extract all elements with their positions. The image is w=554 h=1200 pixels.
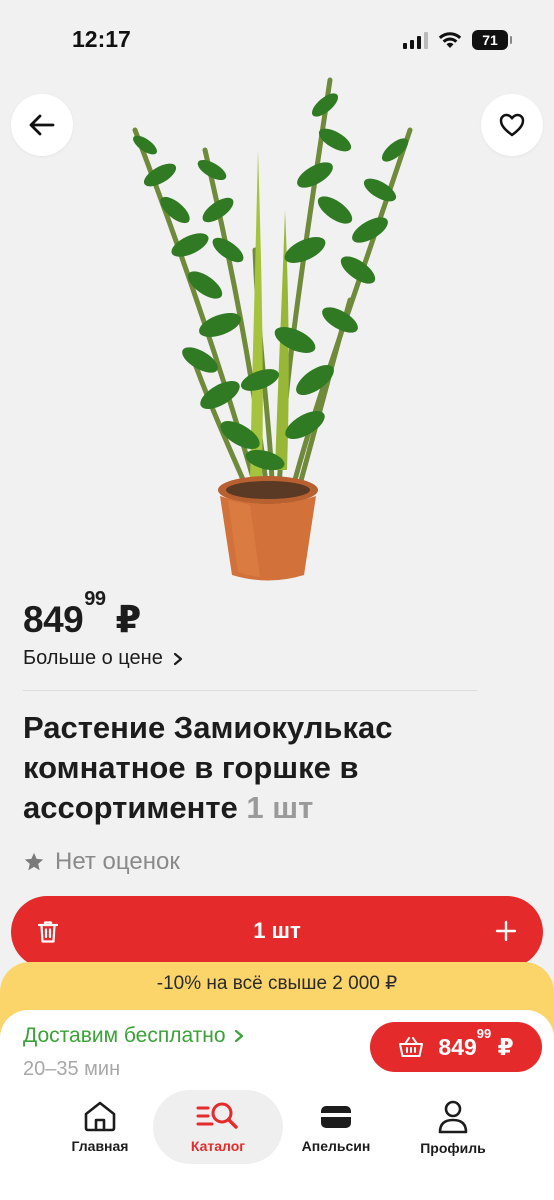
plus-icon — [495, 920, 517, 942]
cart-price-currency: ₽ — [497, 1033, 514, 1060]
delivery-time: 20–35 мин — [23, 1058, 121, 1080]
cellular-signal-icon — [403, 31, 428, 49]
product-price: 84999 ₽ — [23, 588, 141, 641]
chevron-right-icon — [173, 652, 182, 665]
product-image[interactable] — [110, 50, 450, 590]
nav-item-label: Профиль — [420, 1140, 486, 1156]
cart-button-price: 84999 ₽ — [438, 1026, 514, 1061]
home-icon — [84, 1101, 116, 1132]
delivery-title-label: Доставим бесплатно — [23, 1024, 226, 1047]
cart-button[interactable]: 84999 ₽ — [370, 1022, 542, 1072]
more-about-price-label: Больше о цене — [23, 647, 163, 669]
cart-quantity-control: 1 шт — [11, 896, 543, 968]
product-name: Растение Замиокулькас комнатное в горшке… — [23, 710, 393, 825]
nav-item-profile[interactable]: Профиль — [388, 1090, 518, 1164]
increase-quantity-button[interactable] — [495, 920, 517, 947]
chevron-right-icon — [234, 1029, 243, 1043]
back-button[interactable] — [11, 94, 73, 156]
nav-item-label: Апельсин — [301, 1138, 371, 1154]
more-about-price-link[interactable]: Больше о цене — [23, 647, 183, 670]
delivery-title[interactable]: Доставим бесплатно — [23, 1024, 244, 1048]
card-icon — [321, 1106, 351, 1128]
favorite-button[interactable] — [481, 94, 543, 156]
cart-price-cents: 99 — [476, 1025, 492, 1041]
wifi-icon — [438, 32, 462, 48]
arrow-left-icon — [29, 114, 55, 136]
price-currency: ₽ — [115, 599, 141, 640]
nav-item-label: Главная — [71, 1138, 129, 1154]
divider — [23, 690, 477, 691]
status-icons: 71 — [403, 30, 512, 50]
status-time: 12:17 — [72, 26, 131, 52]
promo-text: -10% на всё свыше 2 000 ₽ — [156, 973, 398, 994]
product-quantity-note: 1 шт — [246, 790, 314, 825]
profile-icon — [438, 1100, 468, 1134]
nav-item-home[interactable]: Главная — [35, 1090, 165, 1164]
price-main: 849 — [23, 599, 84, 640]
rating-text: Нет оценок — [55, 848, 180, 875]
rating[interactable]: Нет оценок — [23, 848, 180, 876]
cart-quantity-label: 1 шт — [253, 918, 301, 943]
price-cents: 99 — [84, 587, 106, 610]
nav-item-apelsin[interactable]: Апельсин — [271, 1090, 401, 1164]
cart-price-main: 849 — [438, 1033, 477, 1060]
catalog-search-icon — [196, 1102, 238, 1129]
nav-item-catalog[interactable]: Каталог — [153, 1090, 283, 1164]
nav-item-label: Каталог — [190, 1138, 246, 1154]
product-title: Растение Замиокулькас комнатное в горшке… — [23, 708, 523, 828]
basket-icon — [399, 1037, 424, 1057]
heart-icon — [499, 113, 525, 137]
battery-icon: 71 — [472, 30, 512, 50]
star-icon — [24, 852, 44, 871]
